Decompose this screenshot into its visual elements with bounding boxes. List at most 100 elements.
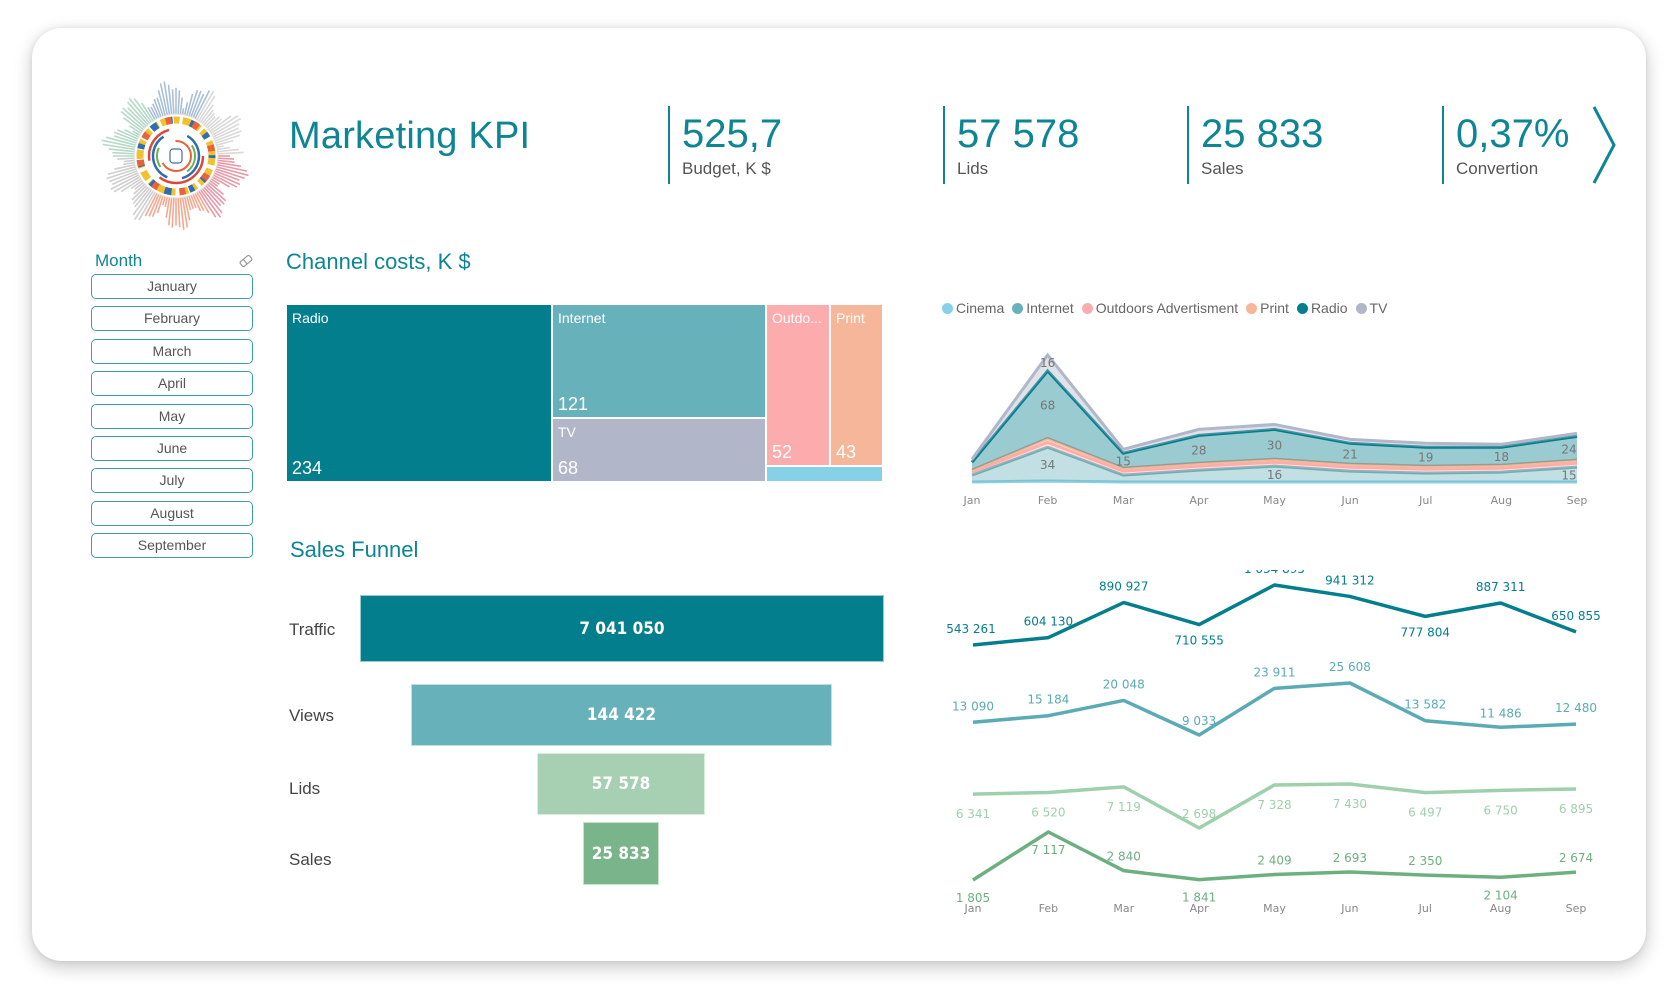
kpi-label: Convertion xyxy=(1456,159,1539,178)
legend-label: Outdoors Advertisment xyxy=(1095,300,1239,316)
legend-item[interactable]: Outdoors Advertisment xyxy=(1081,300,1239,316)
kpi-label: Lids xyxy=(957,159,989,178)
line-data-label: 890 927 xyxy=(1099,580,1149,594)
line-data-label: 941 312 xyxy=(1325,573,1375,587)
line-data-label: 7 430 xyxy=(1333,797,1367,811)
funnel-value: 144 422 xyxy=(586,705,657,725)
channel-costs-area-chart: 16 68 34 15 28 30 16 21 19 18 24 15 Jan Feb Mar Apr May J… xyxy=(963,352,1587,507)
kpi-value: 0,37% xyxy=(1456,112,1570,156)
chevron-right-icon[interactable] xyxy=(1590,103,1620,187)
kpi-sales: 25 833 Sales xyxy=(1187,106,1323,184)
tile-name: Outdo... xyxy=(772,310,822,326)
line-data-label: 9 033 xyxy=(1182,714,1216,728)
line-data-label: 1 034 895 xyxy=(1244,570,1305,576)
tile-value: 121 xyxy=(558,394,589,414)
x-tick-label: Feb xyxy=(1038,494,1057,507)
line-data-label: 2 409 xyxy=(1257,854,1291,868)
line-data-label: 2 698 xyxy=(1182,807,1216,821)
line-data-label: 7 117 xyxy=(1031,843,1065,857)
x-tick-label: Mar xyxy=(1113,902,1134,915)
kpi-value: 25 833 xyxy=(1201,112,1324,156)
kpi-label: Sales xyxy=(1201,159,1244,178)
x-tick-label: Jul xyxy=(1418,494,1432,507)
kpi-budget: 525,7 Budget, K $ xyxy=(668,106,782,184)
legend-item[interactable]: Radio xyxy=(1296,300,1348,316)
month-button-march[interactable]: March xyxy=(91,338,253,364)
kpi-convertion: 0,37% Convertion xyxy=(1442,106,1569,184)
tile-name: Radio xyxy=(292,310,329,326)
legend-item[interactable]: Print xyxy=(1246,300,1289,316)
funnel-value: 25 833 xyxy=(591,843,651,864)
line-data-label: 11 486 xyxy=(1480,706,1522,720)
funnel-value: 57 578 xyxy=(591,774,651,794)
area-data-label: 19 xyxy=(1418,451,1433,465)
channel-costs-title: Channel costs, K $ xyxy=(286,249,471,274)
area-data-label: 15 xyxy=(1116,455,1131,469)
line-data-label: 2 104 xyxy=(1483,888,1517,902)
month-button-june[interactable]: June xyxy=(91,436,253,461)
kpi-label: Budget, K $ xyxy=(682,159,771,178)
line-data-label: 650 855 xyxy=(1551,609,1601,623)
tile-value: 234 xyxy=(292,458,323,478)
line-data-label: 2 840 xyxy=(1107,850,1141,864)
x-tick-label: Feb xyxy=(1039,902,1058,915)
legend-item[interactable]: TV xyxy=(1355,300,1388,316)
tile-name: TV xyxy=(558,424,576,440)
line-data-label: 710 555 xyxy=(1174,634,1224,648)
legend-dot-icon xyxy=(1355,302,1367,314)
treemap-tile-outdoors[interactable]: Outdo... 52 xyxy=(766,304,830,466)
month-button-january[interactable]: January xyxy=(91,274,253,299)
line-data-label: 13 090 xyxy=(952,699,994,713)
area-data-label: 30 xyxy=(1267,438,1282,452)
funnel-bar-lids[interactable]: 57 578 xyxy=(537,753,705,815)
x-tick-label: Jan xyxy=(963,494,981,507)
treemap-tile-cinema[interactable] xyxy=(766,466,883,482)
line-data-label: 15 184 xyxy=(1027,693,1069,707)
legend-label: Radio xyxy=(1310,300,1348,316)
area-chart-legend: Cinema Internet Outdoors Advertisment Print… xyxy=(942,300,1387,316)
month-button-august[interactable]: August xyxy=(91,500,253,526)
legend-dot-icon xyxy=(1012,302,1024,314)
funnel-bar-traffic[interactable]: 7 041 050 xyxy=(360,595,884,662)
line-data-label: 543 261 xyxy=(946,622,996,636)
treemap-tile-internet[interactable]: Internet 121 xyxy=(552,304,766,418)
legend-item[interactable]: Internet xyxy=(1012,300,1074,316)
area-data-label: 28 xyxy=(1191,443,1206,457)
line-data-label: 887 311 xyxy=(1476,580,1526,594)
month-button-july[interactable]: July xyxy=(91,468,253,494)
x-tick-label: Aug xyxy=(1491,494,1512,507)
legend-item[interactable]: Cinema xyxy=(942,300,1004,316)
treemap-tile-print[interactable]: Print 43 xyxy=(830,304,883,466)
legend-label: Cinema xyxy=(956,300,1005,316)
line-data-label: 23 911 xyxy=(1254,665,1296,679)
line-data-label: 6 520 xyxy=(1031,805,1065,819)
x-tick-label: Mar xyxy=(1113,494,1134,507)
month-button-april[interactable]: April xyxy=(91,371,253,397)
x-tick-label: Apr xyxy=(1190,902,1210,915)
x-tick-label: Jan xyxy=(964,902,982,915)
slicer-title: Month xyxy=(95,251,143,270)
funnel-bar-sales[interactable]: 25 833 xyxy=(583,822,659,885)
line-data-label: 7 328 xyxy=(1257,798,1291,812)
treemap-tile-tv[interactable]: TV 68 xyxy=(552,418,766,482)
legend-label: TV xyxy=(1369,300,1388,316)
legend-dot-icon xyxy=(1296,302,1308,314)
logo-icon xyxy=(101,81,249,230)
funnel-bar-views[interactable]: 144 422 xyxy=(411,684,832,746)
line-data-label: 777 804 xyxy=(1400,625,1450,639)
month-button-february[interactable]: February xyxy=(91,306,253,332)
eraser-icon[interactable] xyxy=(238,253,254,269)
x-tick-label: May xyxy=(1263,494,1286,507)
tile-value: 68 xyxy=(558,458,579,478)
treemap-tile-radio[interactable]: Radio 234 xyxy=(286,304,552,482)
month-button-may[interactable]: May xyxy=(91,403,253,429)
funnel-label: Sales xyxy=(289,850,332,869)
tile-value: 43 xyxy=(836,442,857,462)
legend-dot-icon xyxy=(1246,302,1258,314)
line-data-label: 2 674 xyxy=(1559,851,1593,865)
x-tick-label: May xyxy=(1263,902,1286,915)
line-data-label: 6 341 xyxy=(956,807,990,821)
x-tick-label: Aug xyxy=(1490,902,1511,915)
funnel-metrics-line-chart: 543 261 604 130 890 927 710 555 1 034 895 941… xyxy=(946,570,1601,915)
month-button-september[interactable]: September xyxy=(91,533,253,559)
